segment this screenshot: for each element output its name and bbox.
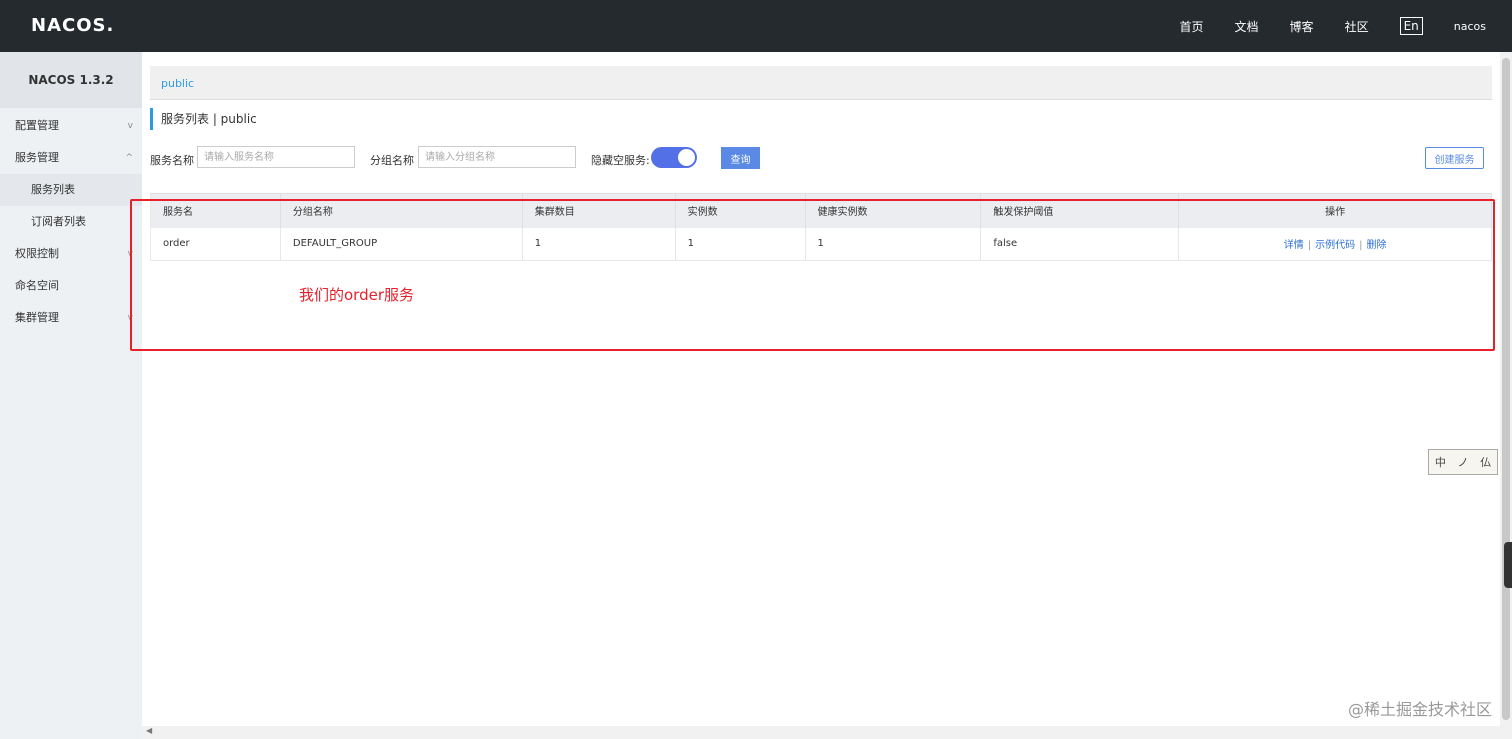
sidebar-item-config[interactable]: 配置管理 v [0,110,142,142]
detail-link[interactable]: 详情 [1284,240,1304,251]
nav-home[interactable]: 首页 [1180,18,1204,35]
sample-code-link[interactable]: 示例代码 [1315,240,1355,251]
column-header: 操作 [1178,193,1492,228]
cell-group-name: DEFAULT_GROUP [280,227,523,261]
sidebar-item-label: 权限控制 [15,247,59,260]
filter-bar: 服务名称 分组名称 隐藏空服务: 查询 创建服务 [150,146,1492,170]
cell-healthy-count: 1 [805,227,982,261]
version-label: NACOS 1.3.2 [0,52,142,108]
sidebar-item-label: 命名空间 [15,279,59,292]
service-name-input[interactable] [197,146,355,168]
watermark: @稀土掘金技术社区 [1347,700,1492,719]
sidebar-item-auth[interactable]: 权限控制 v [0,238,142,270]
column-header: 触发保护阈值 [980,193,1180,228]
chevron-down-icon: v [127,249,133,259]
horizontal-scrollbar[interactable]: ◀ [142,726,1512,739]
sidebar-item-service[interactable]: 服务管理 ^ [0,142,142,174]
widget-char: 仏 [1480,456,1492,469]
chevron-down-icon: v [127,121,133,131]
column-header: 集群数目 [522,193,676,228]
cell-instance-count: 1 [675,227,806,261]
toggle-knob [678,149,695,166]
scroll-left-icon[interactable]: ◀ [146,726,152,735]
hide-empty-label: 隐藏空服务: [591,154,650,167]
chevron-down-icon: v [127,313,133,323]
table-row: order DEFAULT_GROUP 1 1 1 false 详情 | 示例代码 |… [150,227,1492,261]
separator: | [1307,240,1312,252]
sidebar-item-label: 服务列表 [31,183,75,196]
sidebar-item-subscribers[interactable]: 订阅者列表 [0,206,142,238]
nav-docs[interactable]: 文档 [1235,18,1259,35]
input-method-widget[interactable]: 中 ノ 仏 [1428,449,1498,475]
top-nav: 首页 文档 博客 社区 En nacos [1180,0,1512,52]
cell-threshold: false [980,227,1180,261]
language-toggle[interactable]: En [1399,17,1423,35]
page-title: 服务列表 | public [150,108,257,130]
top-bar: NACOS. 首页 文档 博客 社区 En nacos [0,0,1512,52]
nacos-logo[interactable]: NACOS. [31,15,114,36]
annotation-text: 我们的order服务 [299,286,414,304]
sidebar-item-label: 集群管理 [15,311,59,324]
delete-link[interactable]: 删除 [1366,240,1386,251]
widget-char: ノ [1457,456,1469,469]
username[interactable]: nacos [1454,20,1486,33]
nav-community[interactable]: 社区 [1345,18,1369,35]
widget-char: 中 [1434,456,1446,469]
sidebar-item-namespace[interactable]: 命名空间 [0,270,142,302]
sidebar-item-cluster[interactable]: 集群管理 v [0,302,142,334]
side-dock-handle[interactable] [1504,542,1512,588]
separator: | [1359,240,1363,252]
cell-cluster-count: 1 [522,227,676,261]
vertical-scrollbar[interactable] [1500,52,1512,726]
group-name-label: 分组名称 [370,154,414,167]
sidebar: NACOS 1.3.2 配置管理 v 服务管理 ^ 服务列表 订阅者列表 权限控… [0,52,142,739]
sidebar-item-label: 订阅者列表 [31,215,86,228]
column-header: 实例数 [675,193,806,228]
service-name-label: 服务名称 [150,154,194,167]
hide-empty-toggle[interactable] [651,147,697,168]
service-table: 服务名 分组名称 集群数目 实例数 健康实例数 触发保护阈值 操作 order … [150,193,1492,261]
sidebar-item-label: 服务管理 [15,151,59,164]
scrollbar-thumb[interactable] [1502,58,1510,720]
create-service-button[interactable]: 创建服务 [1425,147,1484,169]
nav-blog[interactable]: 博客 [1290,18,1314,35]
sidebar-item-service-list[interactable]: 服务列表 [0,174,142,206]
cell-service-name: order [150,227,281,261]
breadcrumb: public [150,66,1492,100]
column-header: 分组名称 [280,193,523,228]
breadcrumb-namespace[interactable]: public [161,77,194,90]
group-name-input[interactable] [418,146,576,168]
chevron-up-icon: ^ [125,153,133,163]
column-header: 健康实例数 [805,193,982,228]
column-header: 服务名 [150,193,281,228]
table-header-row: 服务名 分组名称 集群数目 实例数 健康实例数 触发保护阈值 操作 [150,193,1492,228]
sidebar-item-label: 配置管理 [15,119,59,132]
main-content: public 服务列表 | public 服务名称 分组名称 隐藏空服务: 查询… [142,52,1500,726]
query-button[interactable]: 查询 [721,147,760,169]
cell-actions: 详情 | 示例代码 | 删除 [1178,227,1492,261]
